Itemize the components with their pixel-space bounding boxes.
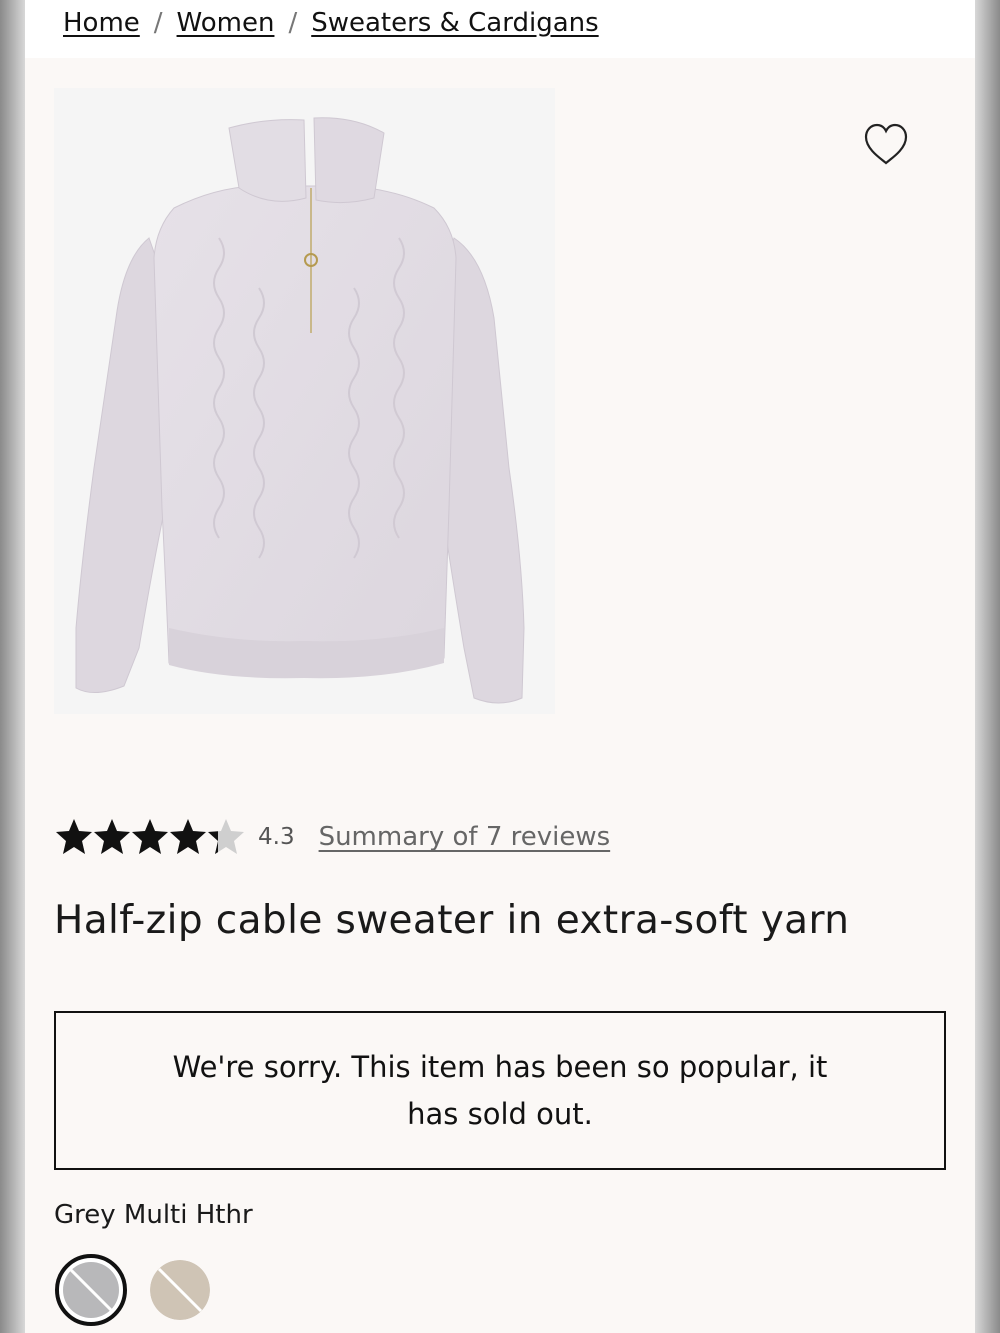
- selected-color-name: Grey Multi Hthr: [54, 1200, 253, 1230]
- wishlist-button[interactable]: [861, 120, 911, 170]
- star-icon: [208, 819, 244, 854]
- sweater-image: [75, 117, 525, 704]
- left-edge: [0, 0, 25, 1333]
- star-icon: [132, 819, 168, 854]
- breadcrumb-separator: /: [288, 8, 298, 38]
- breadcrumb-separator: /: [153, 8, 163, 38]
- breadcrumb-home[interactable]: Home: [63, 8, 140, 38]
- star-rating: [54, 817, 244, 857]
- breadcrumb: Home / Women / Sweaters & Cardigans: [63, 8, 599, 38]
- product-title: Half-zip cable sweater in extra-soft yar…: [54, 898, 850, 943]
- rating-row: 4.3 Summary of 7 reviews: [54, 812, 610, 862]
- color-swatch-oatmeal[interactable]: [150, 1260, 210, 1320]
- reviews-summary-link[interactable]: Summary of 7 reviews: [319, 822, 611, 852]
- heart-outline-icon: [864, 123, 908, 165]
- star-icon: [94, 819, 130, 854]
- star-icon: [170, 819, 206, 854]
- color-swatch-grey[interactable]: [54, 1253, 128, 1327]
- oatmeal-swatch: [150, 1260, 210, 1320]
- breadcrumb-women[interactable]: Women: [177, 8, 275, 38]
- breadcrumb-bar: Home / Women / Sweaters & Cardigans: [25, 0, 975, 58]
- sold-out-message: We're sorry. This item has been so popul…: [172, 1049, 828, 1131]
- rating-value: 4.3: [258, 824, 295, 850]
- breadcrumb-sweaters-cardigans[interactable]: Sweaters & Cardigans: [311, 8, 598, 38]
- product-image[interactable]: [54, 88, 555, 714]
- product-page: Home / Women / Sweaters & Cardigans 4.3 …: [25, 0, 975, 1333]
- grey-swatch: [55, 1254, 127, 1326]
- sold-out-notice: We're sorry. This item has been so popul…: [54, 1011, 946, 1170]
- star-icon: [56, 819, 92, 854]
- right-edge: [975, 0, 1000, 1333]
